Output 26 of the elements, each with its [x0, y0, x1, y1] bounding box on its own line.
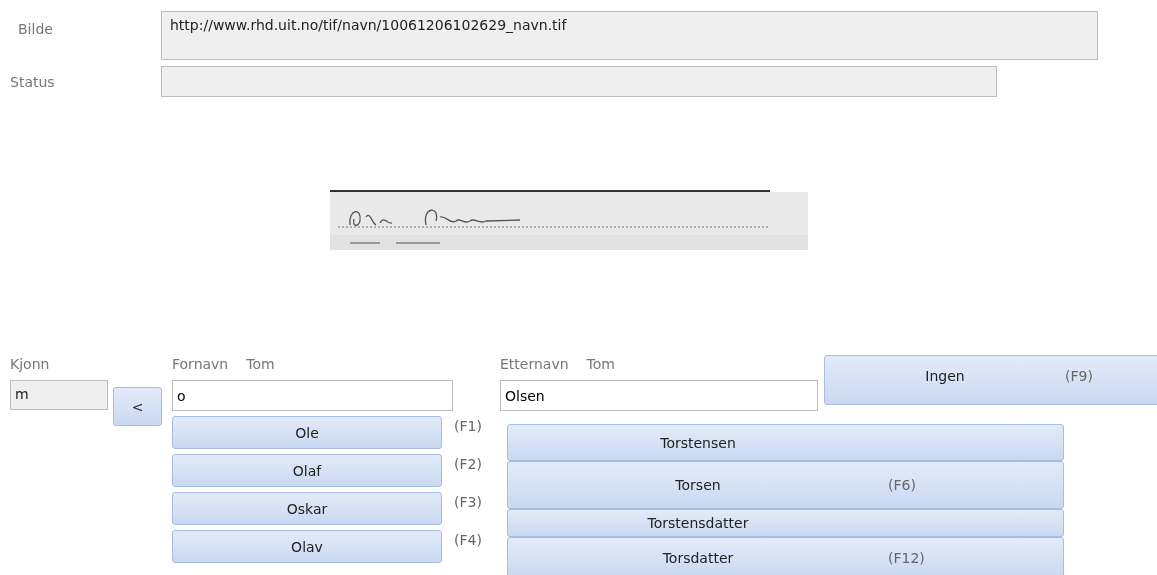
name-suggestion-button[interactable]: Oskar	[172, 492, 442, 525]
name-suggestion-button[interactable]: Torstensen	[507, 424, 1064, 461]
field-label: Bilde	[17, 20, 54, 37]
field-label: Fornavn	[172, 356, 229, 374]
name-suggestion-button[interactable]: Ole	[172, 416, 442, 449]
name-suggestion-button[interactable]: Olaf	[172, 454, 442, 487]
url-field[interactable]: http://www.rhd.uit.no/tif/navn/10061206102629_navn.tif	[161, 11, 1098, 60]
field-label: Etternavn	[500, 356, 569, 374]
field-label: Kjonn	[10, 356, 51, 374]
name-suggestion-button[interactable]: Torsdatter (F12)	[507, 537, 1064, 575]
shortcut-label: (F1)	[454, 417, 482, 434]
field-label: Status	[9, 73, 56, 90]
shortcut-label: (F4)	[454, 531, 482, 548]
first-name-input[interactable]: o	[172, 380, 453, 411]
field-note: Tom	[586, 356, 615, 374]
shortcut-label: (F2)	[454, 455, 482, 472]
status-field[interactable]	[161, 66, 997, 97]
none-button[interactable]: Ingen (F9)	[824, 355, 1157, 405]
shortcut-label: (F3)	[454, 493, 482, 510]
last-name-input[interactable]: Olsen	[500, 380, 818, 411]
name-suggestion-button[interactable]: Olav	[172, 530, 442, 563]
name-suggestion-button[interactable]: Torstensdatter	[507, 509, 1064, 537]
back-button[interactable]: <	[113, 387, 162, 426]
name-suggestion-button[interactable]: Torsen (F6)	[507, 461, 1064, 509]
gender-field[interactable]: m	[10, 380, 108, 410]
field-note: Tom	[246, 356, 275, 374]
